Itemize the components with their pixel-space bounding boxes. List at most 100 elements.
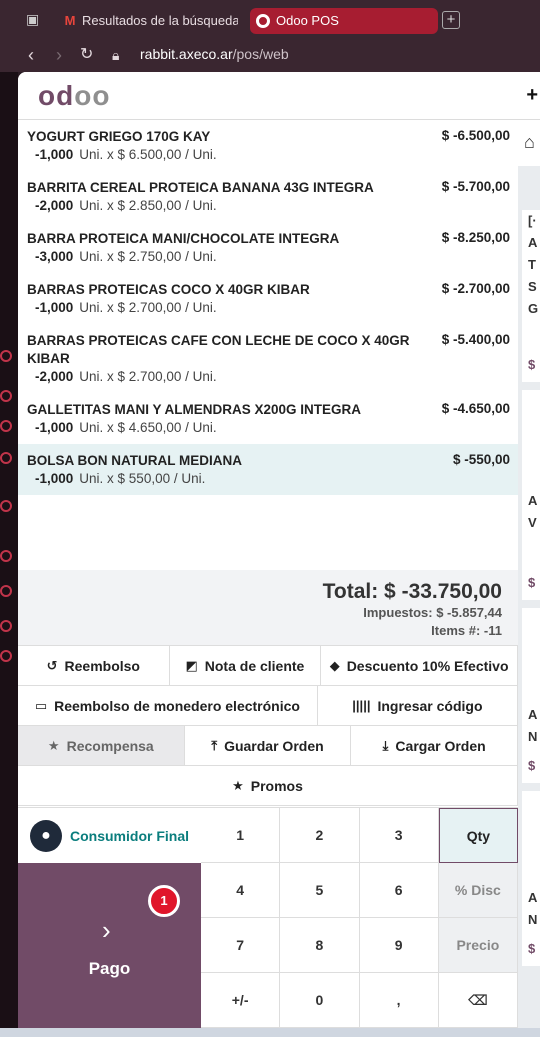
lock-icon[interactable]: 🔒︎ bbox=[112, 44, 119, 66]
product-card[interactable]: A V $ bbox=[522, 390, 540, 600]
order-line[interactable]: BARRA PROTEICA MANI/CHOCOLATE INTEGRA $ … bbox=[18, 222, 518, 273]
line-info: -1,000 Uni. x $ 4.650,00 / Uni. bbox=[27, 419, 510, 436]
numpad-key-4[interactable]: 4 bbox=[201, 863, 281, 918]
line-info: -1,000 Uni. x $ 550,00 / Uni. bbox=[27, 470, 510, 487]
url-field[interactable]: rabbit.axeco.ar/pos/web bbox=[140, 46, 289, 62]
pos-header: odoo + bbox=[18, 72, 540, 120]
user-icon: ● bbox=[30, 819, 62, 852]
payment-badge: 1 bbox=[148, 885, 180, 917]
sidebar-icon[interactable] bbox=[0, 585, 12, 597]
product-name: BARRA PROTEICA MANI/CHOCOLATE INTEGRA bbox=[27, 231, 340, 246]
numpad-backspace[interactable]: ⌫ bbox=[438, 973, 518, 1028]
line-price: $ -8.250,00 bbox=[441, 230, 510, 245]
promos-button[interactable]: ★ Promos bbox=[18, 766, 518, 805]
load-order-button[interactable]: ⤓ Cargar Orden bbox=[351, 726, 519, 765]
numpad-key-6[interactable]: 6 bbox=[359, 863, 439, 918]
tab-label: Resultados de la búsqueda bbox=[82, 13, 238, 28]
numpad-key-8[interactable]: 8 bbox=[280, 918, 360, 973]
product-card-text: A N bbox=[528, 707, 538, 744]
control-row: ↺ Reembolso ◩ Nota de cliente ◆ Descuento 1… bbox=[18, 646, 518, 686]
upload-icon: ⤒ bbox=[211, 737, 218, 753]
numpad-mode-price[interactable]: Precio bbox=[438, 918, 518, 973]
logo-part: oo bbox=[74, 80, 111, 111]
product-card[interactable]: [· A T S G $ bbox=[522, 210, 540, 382]
numpad-key-7[interactable]: 7 bbox=[201, 918, 281, 973]
payment-button[interactable]: 1 › Pago bbox=[18, 863, 201, 1028]
numpad-key-5[interactable]: 5 bbox=[280, 863, 360, 918]
customer-button[interactable]: ● Consumidor Final bbox=[18, 807, 201, 863]
chevron-right-icon: › bbox=[102, 915, 111, 945]
unit-info: Uni. x $ 2.700,00 / Uni. bbox=[79, 369, 217, 384]
line-info: -3,000 Uni. x $ 2.750,00 / Uni. bbox=[27, 248, 510, 265]
reward-button[interactable]: ★ Recompensa bbox=[18, 726, 185, 765]
refund-button[interactable]: ↺ Reembolso bbox=[18, 646, 170, 685]
sidebar-icon[interactable] bbox=[0, 550, 12, 562]
url-path: /pos/web bbox=[232, 46, 289, 62]
gmail-icon: M bbox=[64, 13, 76, 28]
numpad-key-9[interactable]: 9 bbox=[359, 918, 439, 973]
product-card[interactable]: A N $ bbox=[522, 608, 540, 783]
browser-sidebar bbox=[0, 0, 18, 1037]
unit-info: Uni. x $ 6.500,00 / Uni. bbox=[79, 147, 217, 162]
back-icon[interactable]: ‹ bbox=[28, 44, 34, 66]
save-order-label: Guardar Orden bbox=[224, 737, 324, 754]
numpad-key-sign[interactable]: +/- bbox=[201, 973, 281, 1028]
control-row: ★ Promos bbox=[18, 766, 518, 806]
line-price: $ -6.500,00 bbox=[441, 128, 510, 143]
reload-icon[interactable]: ↻ bbox=[80, 44, 93, 66]
line-qty: -1,000 bbox=[35, 420, 74, 435]
star-icon: ★ bbox=[232, 777, 244, 793]
ewallet-refund-button[interactable]: ▭ Reembolso de monedero electrónico bbox=[18, 686, 318, 725]
line-price: $ -2.700,00 bbox=[441, 281, 510, 296]
order-line[interactable]: GALLETITAS MANI Y ALMENDRAS X200G INTEGR… bbox=[18, 393, 518, 444]
tab-odoo-pos[interactable]: Odoo POS bbox=[250, 8, 438, 34]
promos-label: Promos bbox=[250, 777, 303, 794]
sidebar-icon[interactable] bbox=[0, 650, 12, 662]
line-price: $ -5.700,00 bbox=[441, 179, 510, 194]
new-tab-button[interactable]: + bbox=[442, 11, 460, 29]
order-line[interactable]: BARRAS PROTEICAS CAFE CON LECHE DE COCO … bbox=[18, 324, 518, 393]
sidebar-icon[interactable] bbox=[0, 452, 12, 464]
sidebar-icon[interactable] bbox=[0, 500, 12, 512]
product-card[interactable]: A N $ bbox=[522, 791, 540, 966]
numpad-key-2[interactable]: 2 bbox=[280, 808, 360, 863]
order-lines: YOGURT GRIEGO 170G KAY $ -6.500,00 -1,00… bbox=[18, 120, 518, 570]
numpad-key-comma[interactable]: , bbox=[359, 973, 439, 1028]
customer-note-button[interactable]: ◩ Nota de cliente bbox=[169, 646, 322, 685]
unit-info: Uni. x $ 2.850,00 / Uni. bbox=[79, 198, 217, 213]
product-name: BARRAS PROTEICAS COCO X 40GR KIBAR bbox=[27, 282, 310, 297]
tab-gmail[interactable]: M Resultados de la búsqueda bbox=[56, 8, 238, 34]
numpad-mode-qty[interactable]: Qty bbox=[438, 808, 518, 863]
forward-icon[interactable]: › bbox=[56, 44, 62, 66]
download-icon: ⤓ bbox=[382, 737, 389, 753]
new-order-button[interactable]: + bbox=[526, 84, 538, 107]
sidebar-icon[interactable] bbox=[0, 350, 12, 362]
order-line[interactable]: YOGURT GRIEGO 170G KAY $ -6.500,00 -1,00… bbox=[18, 120, 518, 171]
discount-label: Descuento 10% Efectivo bbox=[346, 657, 509, 674]
numpad-key-1[interactable]: 1 bbox=[201, 808, 281, 863]
sidebar-icon[interactable] bbox=[0, 390, 12, 402]
sidebar-icon[interactable] bbox=[0, 420, 12, 432]
ewallet-refund-label: Reembolso de monedero electrónico bbox=[54, 697, 300, 714]
numpad: 1 2 3 Qty 4 5 6 % Disc 7 8 9 Precio +/- … bbox=[201, 807, 518, 1028]
order-line[interactable]: BARRAS PROTEICAS COCO X 40GR KIBAR $ -2.… bbox=[18, 273, 518, 324]
order-line-selected[interactable]: BOLSA BON NATURAL MEDIANA $ -550,00 -1,0… bbox=[18, 444, 518, 495]
enter-code-label: Ingresar código bbox=[377, 697, 483, 714]
discount-button[interactable]: ◆ Descuento 10% Efectivo bbox=[321, 646, 518, 685]
tab-label: Odoo POS bbox=[276, 13, 339, 28]
numpad-key-0[interactable]: 0 bbox=[280, 973, 360, 1028]
order-line[interactable]: BARRITA CEREAL PROTEICA BANANA 43G INTEG… bbox=[18, 171, 518, 222]
sidebar-icon[interactable] bbox=[0, 620, 12, 632]
refund-label: Reembolso bbox=[64, 657, 140, 674]
home-icon[interactable]: ⌂ bbox=[518, 120, 540, 166]
product-panel: ⌂ [· A T S G $ A V $ A N $ A N $ bbox=[518, 120, 540, 1028]
numpad-key-3[interactable]: 3 bbox=[359, 808, 439, 863]
numpad-mode-discount[interactable]: % Disc bbox=[438, 863, 518, 918]
product-card-price: $ bbox=[528, 575, 536, 590]
line-info: -1,000 Uni. x $ 2.700,00 / Uni. bbox=[27, 299, 510, 316]
order-total: Total: $ -33.750,00 bbox=[322, 580, 502, 603]
save-order-button[interactable]: ⤒ Guardar Orden bbox=[184, 726, 352, 765]
gamepad-icon[interactable]: ▣ bbox=[26, 11, 39, 28]
control-row: ▭ Reembolso de monedero electrónico |||||… bbox=[18, 686, 518, 726]
enter-code-button[interactable]: ||||| Ingresar código bbox=[317, 686, 518, 725]
